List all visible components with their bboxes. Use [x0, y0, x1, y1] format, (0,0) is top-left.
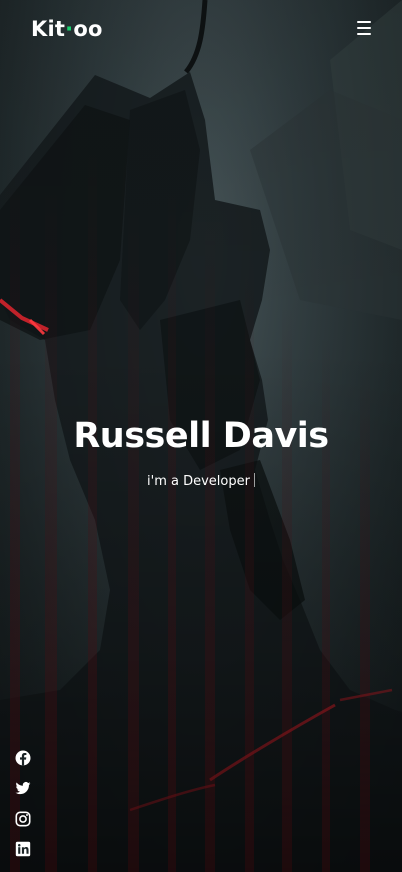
logo-text-end: oo	[73, 17, 103, 41]
menu-bar-middle	[357, 27, 371, 29]
menu-bar-top	[357, 21, 371, 23]
hero-role-prefix: i'm a	[147, 474, 179, 489]
typing-cursor	[253, 473, 255, 487]
linkedin-icon[interactable]	[15, 841, 31, 857]
facebook-icon[interactable]	[15, 750, 31, 766]
menu-bar-bottom	[357, 33, 371, 35]
instagram-icon[interactable]	[15, 811, 31, 827]
hero-role-typed: Developer	[183, 474, 250, 489]
logo-text-start: Kit	[31, 17, 66, 41]
twitter-icon[interactable]	[15, 780, 31, 796]
hero-name: Russell Davis	[73, 416, 329, 456]
hamburger-icon[interactable]	[354, 18, 374, 38]
hero-role: i'm a Developer	[0, 472, 402, 492]
site-logo[interactable]: Kit·oo	[31, 15, 103, 43]
